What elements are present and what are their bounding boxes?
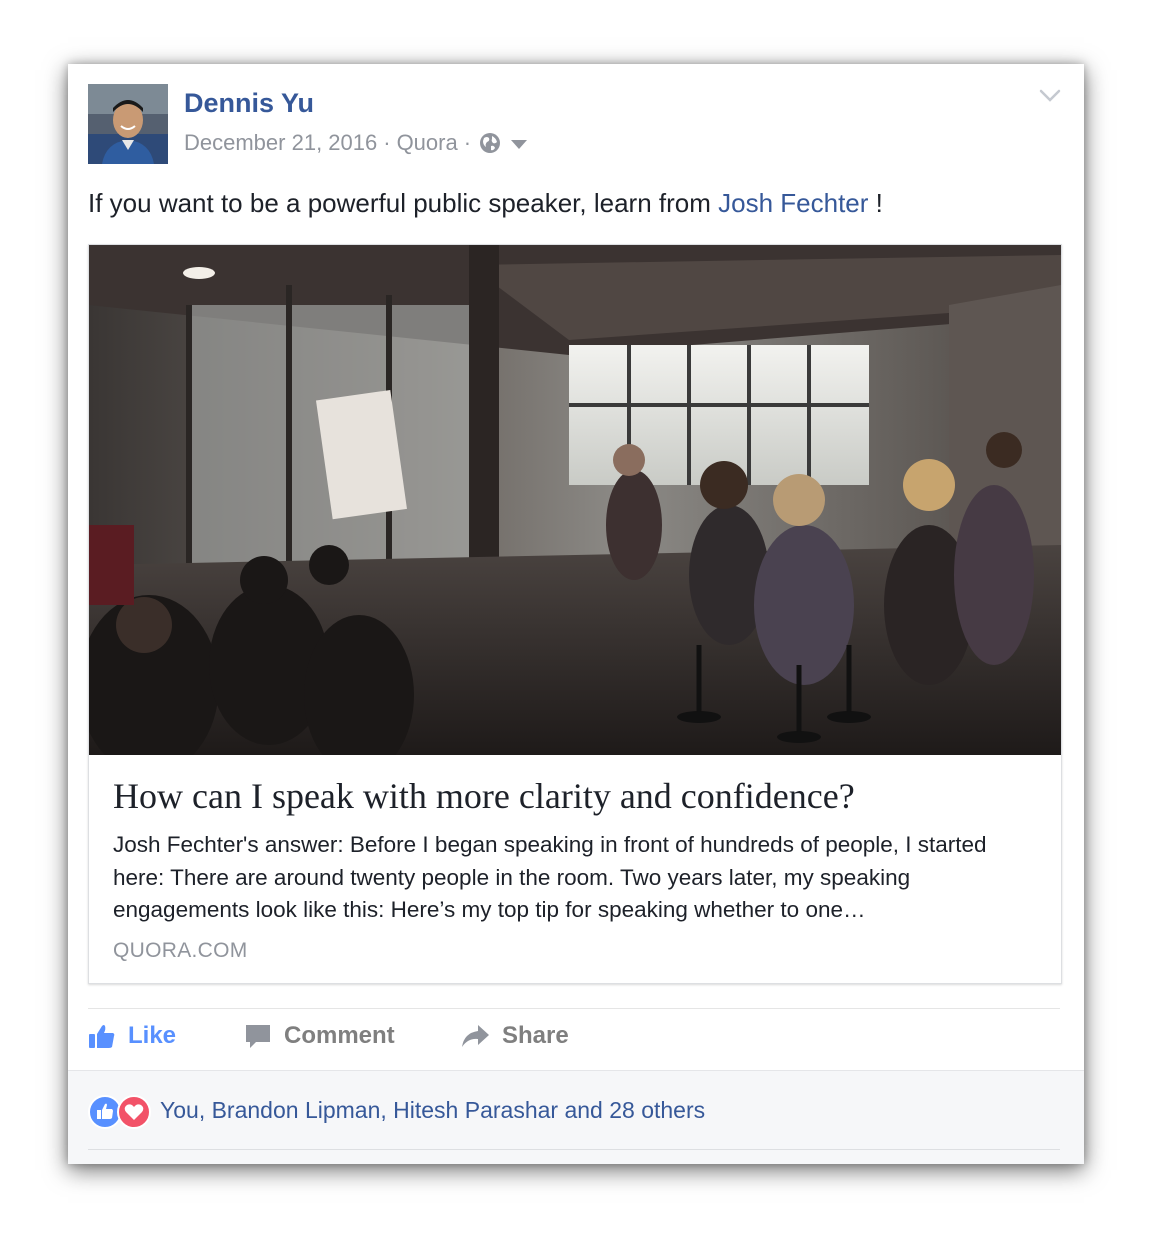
reactions-summary[interactable]: You, Brandon Lipman, Hitesh Parashar and… xyxy=(160,1097,705,1124)
post-source[interactable]: Quora xyxy=(397,130,458,156)
avatar-photo xyxy=(88,84,168,164)
love-reaction-icon xyxy=(117,1095,151,1129)
facebook-post-card: Dennis Yu December 21, 2016 · Quora · If… xyxy=(68,64,1084,1164)
post-text-end: ! xyxy=(868,188,883,218)
comment-button[interactable]: Comment xyxy=(244,1022,395,1050)
reaction-icons[interactable] xyxy=(88,1095,158,1129)
actions-divider xyxy=(88,1008,1060,1009)
link-description: Josh Fechter's answer: Before I began sp… xyxy=(113,832,987,922)
post-text-start: If you want to be a powerful public spea… xyxy=(88,188,719,218)
reactions-bar: You, Brandon Lipman, Hitesh Parashar and… xyxy=(68,1070,1084,1164)
like-label: Like xyxy=(128,1022,177,1049)
post-meta: December 21, 2016 · Quora · xyxy=(184,130,528,156)
post-date[interactable]: December 21, 2016 xyxy=(184,130,377,156)
post-text: If you want to be a powerful public spea… xyxy=(88,188,883,219)
like-reaction-icon xyxy=(88,1095,122,1129)
link-preview-image[interactable] xyxy=(89,245,1061,755)
author-name[interactable]: Dennis Yu xyxy=(184,88,314,119)
meta-separator: · xyxy=(463,130,472,155)
meta-separator: · xyxy=(383,130,391,155)
thumbs-up-icon xyxy=(89,1025,115,1048)
mention-link[interactable]: Josh Fechter xyxy=(718,188,868,218)
link-preview[interactable]: How can I speak with more clarity and co… xyxy=(88,244,1062,984)
comments-divider xyxy=(88,1149,1060,1150)
link-title[interactable]: How can I speak with more clarity and co… xyxy=(113,775,855,817)
share-button[interactable]: Share xyxy=(460,1022,569,1050)
link-domain: QUORA.COM xyxy=(113,939,248,962)
share-label: Share xyxy=(502,1022,569,1049)
chevron-down-icon[interactable] xyxy=(1038,88,1062,104)
globe-icon[interactable] xyxy=(479,132,501,154)
comment-label: Comment xyxy=(284,1022,395,1049)
share-arrow-icon xyxy=(462,1025,489,1047)
like-button[interactable]: Like xyxy=(88,1022,176,1050)
avatar[interactable] xyxy=(88,84,168,164)
comment-icon xyxy=(246,1025,270,1048)
audience-dropdown-icon[interactable] xyxy=(511,139,528,149)
